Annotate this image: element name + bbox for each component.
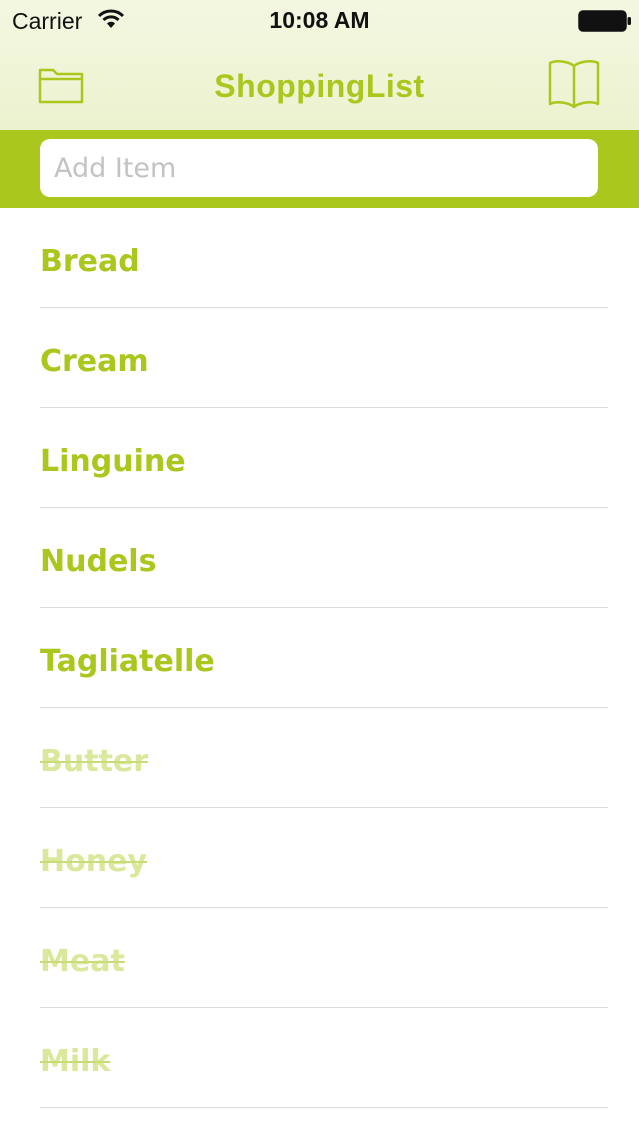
add-item-bar bbox=[0, 130, 639, 208]
list-item-checked[interactable]: Meat bbox=[40, 908, 608, 1008]
list-item-label: Butter bbox=[40, 744, 149, 779]
list-item-label: Milk bbox=[40, 1044, 111, 1079]
shopping-list: Bread Cream Linguine Nudels Tagliatelle Butte… bbox=[0, 208, 639, 1108]
list-item-checked[interactable]: Milk bbox=[40, 1008, 608, 1108]
list-item-label: Tagliatelle bbox=[40, 644, 215, 679]
list-item-checked[interactable]: Butter bbox=[40, 708, 608, 808]
list-item-checked[interactable]: Honey bbox=[40, 808, 608, 908]
list-item-label: Honey bbox=[40, 844, 147, 879]
clock: 10:08 AM bbox=[269, 7, 370, 33]
list-item-label: Linguine bbox=[40, 444, 186, 479]
add-item-input[interactable] bbox=[40, 139, 598, 197]
list-item-label: Cream bbox=[40, 344, 149, 379]
list-item-label: Bread bbox=[40, 244, 140, 279]
list-item[interactable]: Tagliatelle bbox=[40, 608, 608, 708]
list-item-label: Nudels bbox=[40, 544, 157, 579]
screen: Carrier 10:08 AM ShoppingList Add Item B… bbox=[0, 0, 639, 1136]
list-item[interactable]: Cream bbox=[40, 308, 608, 408]
list-item[interactable]: Nudels bbox=[40, 508, 608, 608]
battery-icon bbox=[578, 10, 631, 32]
list-item[interactable]: Linguine bbox=[40, 408, 608, 508]
list-item-label: Meat bbox=[40, 944, 125, 979]
page-title: ShoppingList bbox=[214, 68, 425, 104]
list-item[interactable]: Bread bbox=[40, 208, 608, 308]
book-icon[interactable] bbox=[546, 58, 602, 110]
navigation-bar: ShoppingList bbox=[0, 42, 639, 130]
top-bar: Carrier 10:08 AM ShoppingList bbox=[0, 0, 639, 130]
status-bar: Carrier 10:08 AM bbox=[0, 0, 639, 42]
